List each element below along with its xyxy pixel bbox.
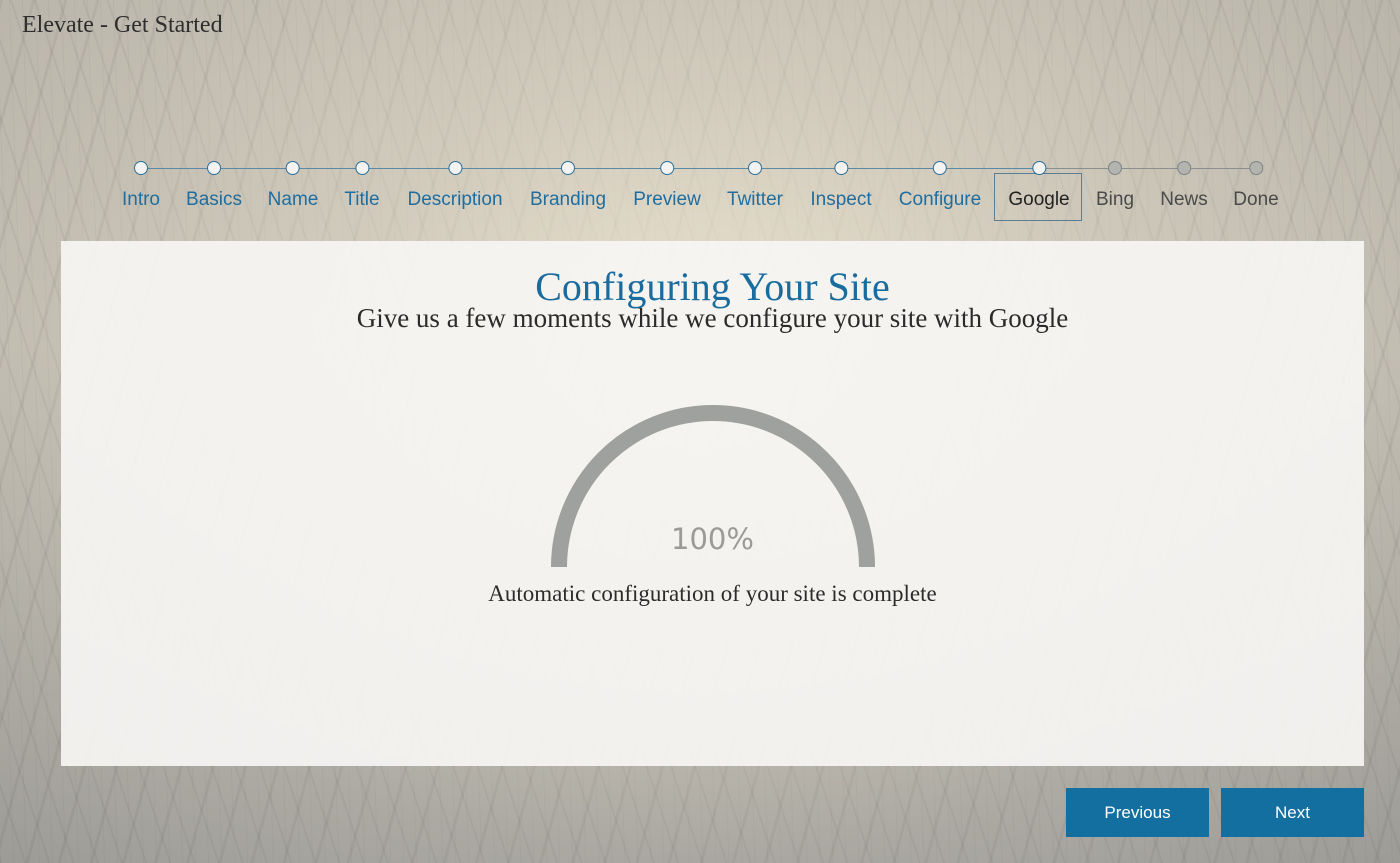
step-dot [561,161,575,175]
step-dot [1176,161,1191,175]
step-dot [286,161,300,175]
step-title[interactable]: Title [344,158,380,211]
step-label: Google [1008,189,1070,210]
step-label: Intro [121,189,161,210]
step-twitter[interactable]: Twitter [727,158,783,211]
step-label: Description [407,189,503,210]
step-dot [207,161,221,175]
step-dot [1032,161,1046,175]
step-preview[interactable]: Preview [633,158,701,211]
content-panel: Configuring Your Site Give us a few mome… [61,241,1364,766]
status-message: Automatic configuration of your site is … [488,581,937,606]
step-dot [134,161,148,175]
step-label: Branding [529,189,607,210]
step-dot [747,161,762,175]
step-label: Bing [1095,189,1135,210]
step-inspect[interactable]: Inspect [810,158,872,211]
step-label: Preview [633,189,701,210]
step-dot [447,161,462,175]
step-done[interactable]: Done [1233,158,1279,211]
step-label: Title [344,189,380,210]
step-label: News [1160,189,1208,210]
step-configure[interactable]: Configure [899,158,981,211]
step-label: Configure [898,189,982,210]
step-dot [932,161,947,175]
page-subtitle: Give us a few moments while we configure… [356,303,1069,333]
next-button[interactable]: Next [1221,788,1364,837]
step-dot [659,161,674,175]
step-news[interactable]: News [1160,158,1208,211]
app-title: Elevate - Get Started [22,12,223,38]
wizard-stepper: Intro Basics Name Title Description Bran… [0,158,1400,228]
step-dot [1108,161,1122,175]
previous-button[interactable]: Previous [1066,788,1209,837]
step-google[interactable]: Google [998,158,1079,211]
step-dot [1248,161,1263,175]
step-intro[interactable]: Intro [122,158,160,211]
step-basics[interactable]: Basics [186,158,242,211]
step-label: Name [267,189,319,210]
step-label: Inspect [810,189,872,210]
step-label: Basics [186,189,242,210]
step-dot [354,161,369,175]
step-label: Twitter [727,189,783,210]
step-name[interactable]: Name [267,158,319,211]
step-branding[interactable]: Branding [530,158,606,211]
progress-percentage: 100% [671,522,754,556]
step-label: Done [1233,189,1279,210]
step-bing[interactable]: Bing [1096,158,1134,211]
step-description[interactable]: Description [407,158,503,211]
step-dot [833,161,848,175]
